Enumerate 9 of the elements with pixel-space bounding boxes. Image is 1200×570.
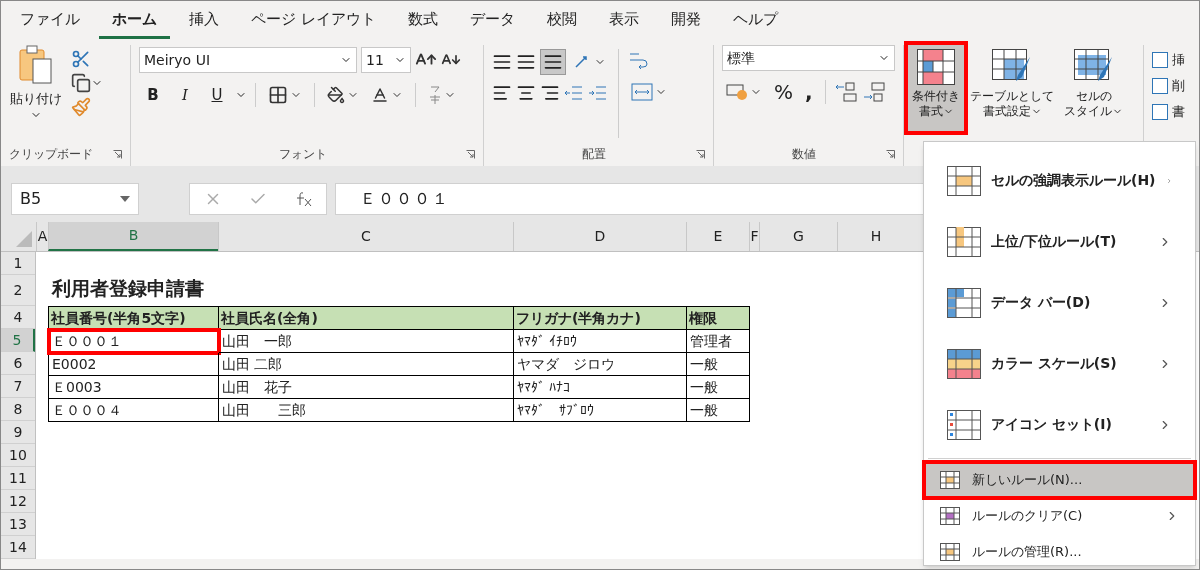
table-header-cell: 社員氏名(全角) (219, 307, 514, 330)
table-header-cell: 権限 (687, 307, 750, 330)
group-label: 配置 (582, 146, 606, 163)
table-header-cell: 社員番号(半角5文字) (49, 307, 219, 330)
group-label: フォント (278, 146, 327, 163)
group-label: クリップボード (9, 146, 93, 163)
group-label: 数値 (792, 146, 816, 163)
sheet-title: 利用者登録申請書 (50, 275, 204, 301)
table-header-cell: フリガナ(半角カナ) (514, 307, 687, 330)
